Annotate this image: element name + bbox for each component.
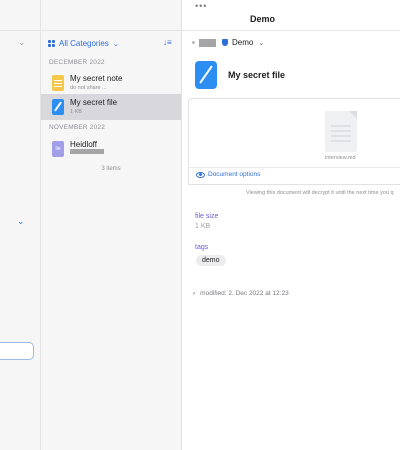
- window-more-icon[interactable]: •••: [195, 1, 207, 11]
- chevron-down-icon: ⌄: [112, 40, 119, 48]
- grid-icon: [48, 40, 55, 47]
- list-section-header: DECEMBER 2022: [49, 59, 105, 66]
- vault-shield-icon: [222, 39, 228, 46]
- modified-disclosure[interactable]: › modified: 2. Dec 2022 at 12:23: [193, 290, 289, 297]
- eye-icon: [196, 171, 205, 178]
- account-redacted: [199, 38, 216, 47]
- tags-label: tags: [195, 244, 209, 251]
- document-options-button[interactable]: Document options: [196, 171, 260, 178]
- vault-name: Demo: [232, 38, 254, 47]
- item-list-pane: [41, 0, 182, 450]
- field-label: file size: [195, 213, 219, 220]
- chevron-down-icon: ⌄: [258, 39, 265, 47]
- list-item-subtitle: 1 KB: [70, 109, 82, 115]
- category-label: All Categories: [59, 39, 109, 48]
- list-section-header: NOVEMBER 2022: [49, 124, 106, 131]
- item-file-icon: [195, 61, 217, 89]
- tag-chip[interactable]: demo: [196, 255, 226, 266]
- chevron-right-icon: ›: [193, 290, 196, 297]
- sidebar-chevron-down-icon[interactable]: ⌄: [18, 37, 26, 48]
- sidebar-search-input[interactable]: [0, 342, 34, 360]
- document-options-label: Document options: [208, 171, 261, 178]
- document-filename: interview.md: [325, 155, 356, 161]
- document-icon: [325, 111, 357, 152]
- list-item-subtitle-redacted: [70, 149, 104, 156]
- window-title: Demo: [250, 14, 276, 24]
- category-selector[interactable]: All Categories ⌄: [48, 39, 119, 48]
- list-item-title: My secret file: [70, 98, 118, 107]
- list-item[interactable]: My secret note do not share ...: [41, 70, 181, 96]
- sidebar-section-chevron-icon[interactable]: ⌄: [17, 216, 25, 227]
- list-item-selected[interactable]: My secret file 1 KB: [41, 94, 181, 120]
- list-item[interactable]: ile Heidloff: [41, 136, 181, 162]
- status-dot-icon: [192, 41, 195, 44]
- vault-selector[interactable]: Demo ⌄: [192, 38, 264, 47]
- modified-text: modified: 2. Dec 2022 at 12:23: [200, 290, 289, 297]
- header-divider: [0, 30, 400, 31]
- file-icon: [52, 99, 64, 115]
- list-item-title: My secret note: [70, 74, 123, 83]
- field-value[interactable]: 1 KB: [195, 223, 210, 230]
- note-icon: [52, 75, 64, 91]
- decrypt-notice: Viewing this document will decrypt it un…: [246, 190, 394, 196]
- item-title: My secret file: [228, 70, 286, 80]
- sort-icon[interactable]: ↓≡: [163, 38, 172, 47]
- login-icon: ile: [52, 141, 64, 157]
- list-item-subtitle: do not share ...: [70, 85, 107, 91]
- list-item-title: Heidloff: [70, 140, 97, 149]
- item-count: 3 items: [101, 166, 121, 172]
